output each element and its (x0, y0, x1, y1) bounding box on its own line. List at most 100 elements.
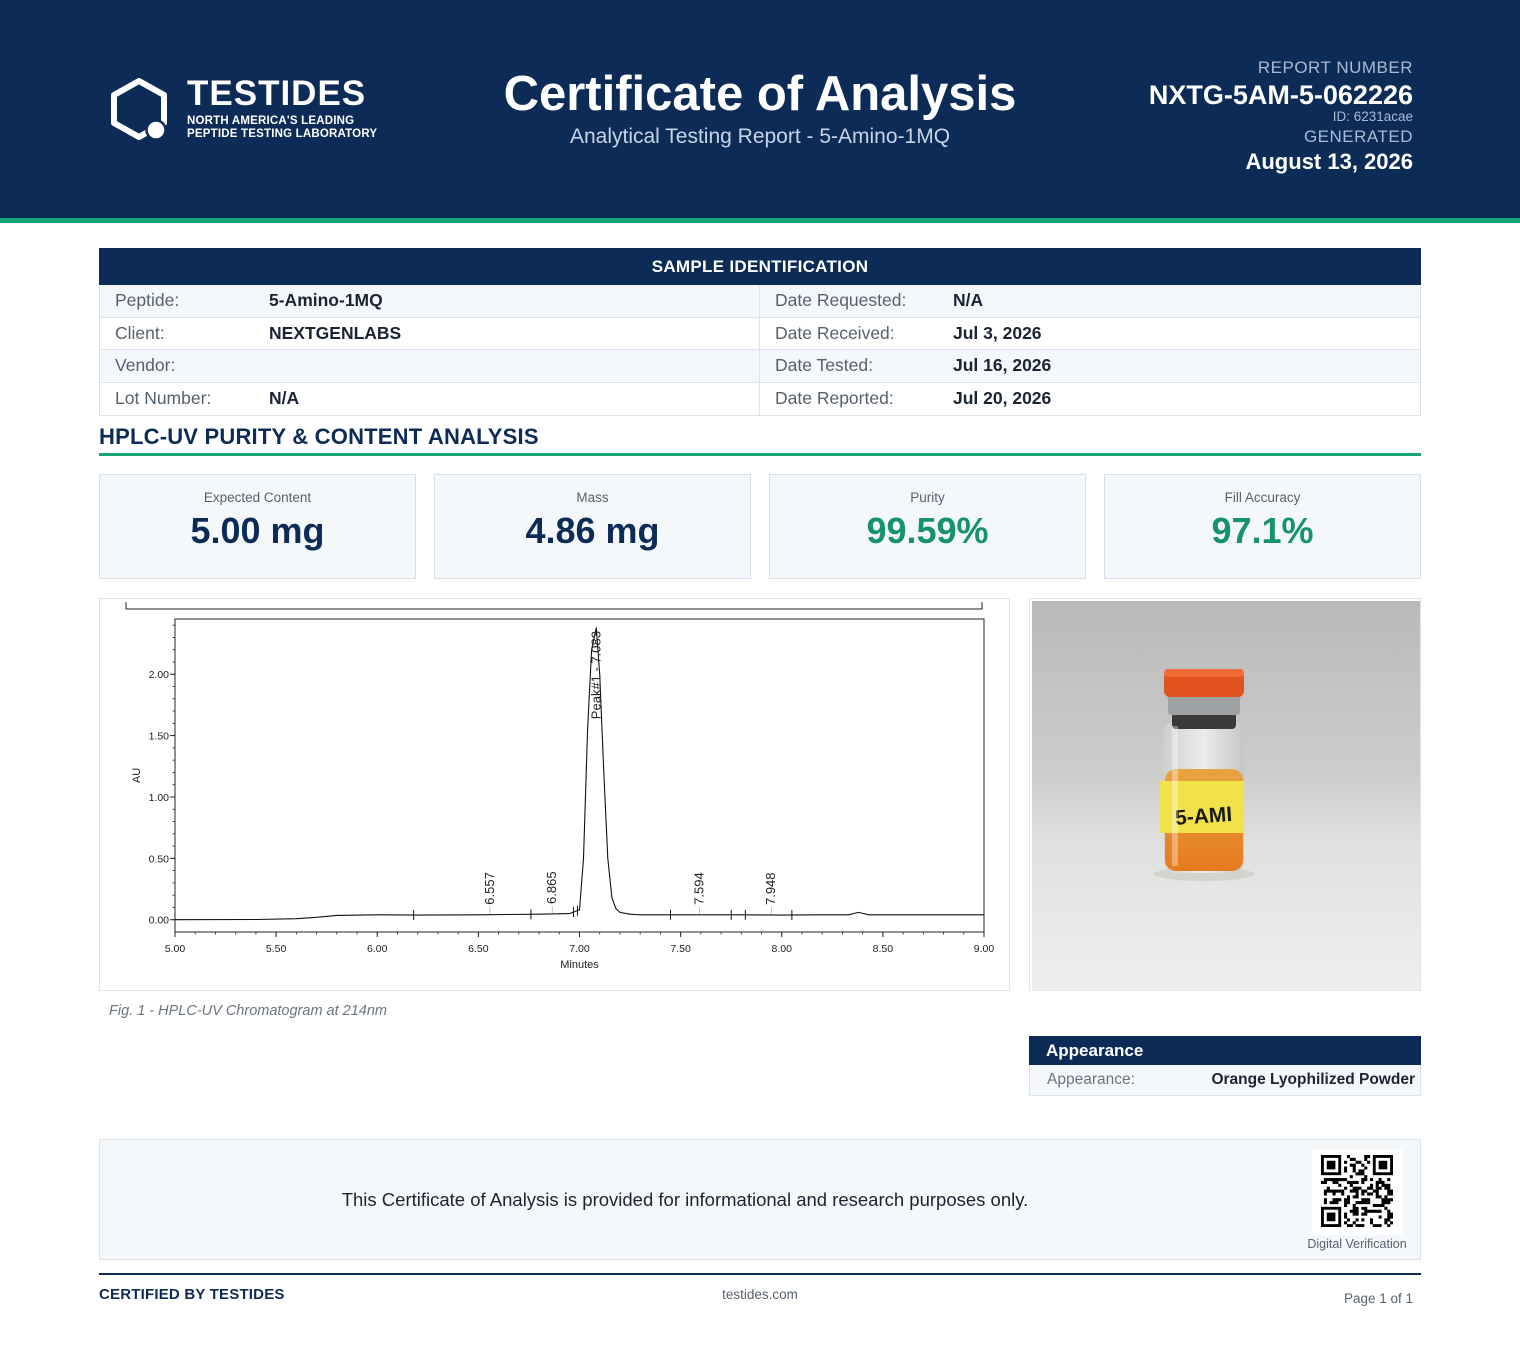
field-value: Jul 20, 2026 (953, 388, 1052, 409)
qr-module (1390, 1215, 1393, 1219)
y-axis-title: AU (131, 768, 143, 783)
qr-module (1384, 1198, 1388, 1202)
qr-module (1378, 1203, 1382, 1208)
metric-label: Fill Accuracy (1224, 490, 1301, 505)
metric-value: 4.86 mg (525, 510, 660, 551)
qr-module (1390, 1189, 1393, 1193)
field-label: Date Received: (775, 322, 895, 343)
qr-module (1361, 1212, 1365, 1216)
qr-module (1361, 1189, 1365, 1193)
metric-card-expected-content: Expected Content 5.00 mg (99, 474, 416, 579)
appearance-heading: Appearance (1029, 1036, 1421, 1065)
qr-module (1326, 1178, 1330, 1182)
brand-name: TESTIDES (187, 74, 367, 113)
qr-module (1364, 1209, 1368, 1213)
certified-by: CERTIFIED BY TESTIDES (99, 1286, 285, 1303)
qr-module (1375, 1183, 1379, 1187)
qr-module (1341, 1192, 1345, 1196)
qr-module (1372, 1189, 1376, 1193)
x-axis-title: Minutes (560, 959, 599, 971)
qr-module (1326, 1186, 1330, 1190)
figure-caption: Fig. 1 - HPLC-UV Chromatogram at 214nm (109, 1003, 388, 1019)
website-link[interactable]: testides.com (660, 1287, 860, 1302)
qr-module (1364, 1212, 1368, 1216)
qr-module (1355, 1189, 1359, 1193)
qr-module (1352, 1163, 1356, 1167)
qr-module (1349, 1175, 1353, 1179)
disclaimer-panel: This Certificate of Analysis is provided… (99, 1139, 1421, 1260)
qr-module (1352, 1206, 1356, 1210)
table-cell: Vendor: (100, 350, 760, 382)
qr-module (1369, 1183, 1374, 1187)
qr-module (1381, 1201, 1385, 1205)
qr-module (1323, 1192, 1327, 1196)
qr-module (1367, 1209, 1371, 1213)
qr-module (1384, 1218, 1388, 1222)
qr-module (1349, 1189, 1353, 1193)
qr-module (1329, 1178, 1333, 1182)
qr-module (1358, 1186, 1362, 1190)
qr-module (1352, 1169, 1356, 1173)
peak-label: Peak#1 - 7.083 (588, 631, 603, 719)
qr-module (1387, 1209, 1391, 1213)
qr-module (1364, 1178, 1368, 1182)
qr-module (1378, 1178, 1382, 1182)
qr-module (1352, 1157, 1356, 1161)
field-label: Client: (115, 322, 165, 343)
qr-module (1387, 1212, 1391, 1216)
qr-module (1344, 1221, 1348, 1225)
y-tick-label: 1.00 (149, 792, 170, 804)
qr-module (1355, 1206, 1359, 1210)
metric-label: Mass (576, 490, 609, 505)
qr-module (1384, 1195, 1388, 1199)
metric-value: 97.1% (1211, 510, 1314, 551)
qr-module (1369, 1192, 1374, 1196)
qr-module (1384, 1201, 1388, 1205)
qr-module (1335, 1189, 1339, 1193)
field-value: Jul 16, 2026 (953, 355, 1052, 376)
qr-module (1390, 1212, 1393, 1216)
metric-label: Purity (910, 490, 945, 505)
qr-module (1358, 1172, 1362, 1176)
page-number: Page 1 of 1 (1343, 1291, 1413, 1306)
qr-module (1341, 1178, 1345, 1182)
field-label: Date Reported: (775, 388, 894, 409)
qr-module (1361, 1192, 1365, 1196)
qr-code-icon (1321, 1155, 1393, 1227)
qr-module (1346, 1224, 1350, 1227)
qr-module (1355, 1186, 1359, 1190)
qr-module (1355, 1195, 1359, 1199)
qr-module (1344, 1160, 1348, 1164)
qr-module (1344, 1178, 1348, 1182)
disclaimer-text: This Certificate of Analysis is provided… (341, 1189, 1029, 1210)
table-row: Client: NEXTGENLABS Date Received: Jul 3… (100, 317, 1420, 350)
qr-module (1367, 1160, 1371, 1164)
qr-module (1361, 1201, 1365, 1205)
qr-module (1355, 1172, 1359, 1176)
qr-module (1390, 1221, 1393, 1225)
qr-module (1335, 1180, 1339, 1184)
field-value: N/A (269, 388, 300, 409)
qr-caption: Digital Verification (1307, 1237, 1407, 1251)
field-label: Date Requested: (775, 290, 907, 311)
x-tick-label: 9.00 (974, 943, 995, 955)
peak-label: 6.865 (544, 871, 559, 904)
qr-module (1344, 1169, 1348, 1173)
qr-module (1323, 1178, 1327, 1182)
qr-module (1369, 1186, 1374, 1190)
qr-module (1387, 1224, 1391, 1227)
report-header: TESTIDES NORTH AMERICA'S LEADING PEPTIDE… (0, 0, 1520, 218)
qr-module (1352, 1166, 1356, 1170)
qr-module (1349, 1163, 1353, 1167)
qr-module (1346, 1155, 1350, 1159)
qr-module (1355, 1209, 1359, 1213)
qr-module (1364, 1198, 1368, 1202)
qr-module (1361, 1206, 1365, 1210)
metric-label: Expected Content (203, 490, 312, 505)
qr-module (1349, 1224, 1353, 1227)
qr-module (1364, 1155, 1368, 1159)
qr-module (1361, 1180, 1365, 1184)
qr-module (1369, 1221, 1374, 1225)
verification-qr-code[interactable] (1312, 1149, 1402, 1235)
qr-module (1387, 1192, 1391, 1196)
